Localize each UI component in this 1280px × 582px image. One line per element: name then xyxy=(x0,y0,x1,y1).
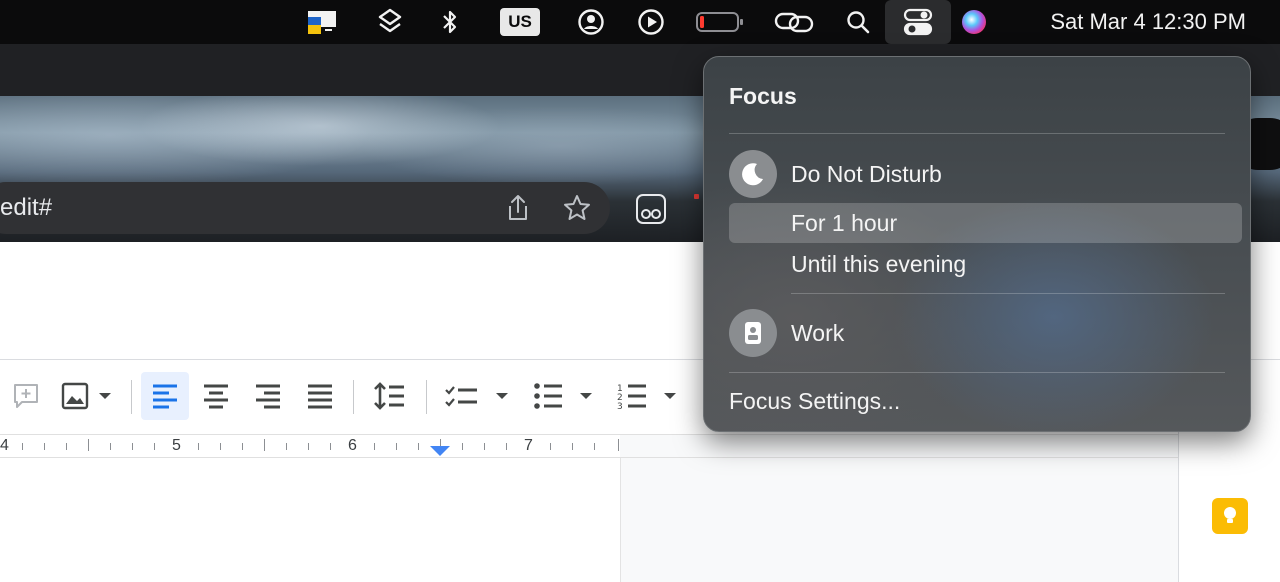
user-account-icon[interactable] xyxy=(574,6,608,38)
ruler-tick xyxy=(618,439,619,451)
extension-badge xyxy=(694,194,699,199)
work-focus-toggle[interactable] xyxy=(729,309,777,357)
ruler-tick xyxy=(66,443,67,450)
play-icon[interactable] xyxy=(634,6,668,38)
ruler-tick xyxy=(572,443,573,450)
battery-icon[interactable] xyxy=(694,6,746,38)
do-not-disturb-toggle[interactable] xyxy=(729,150,777,198)
insert-image-icon xyxy=(61,382,111,410)
link-icon[interactable] xyxy=(772,6,816,38)
separator xyxy=(729,133,1225,134)
ruler-tick xyxy=(462,443,463,450)
ruler-tick xyxy=(506,443,507,450)
document-margin xyxy=(620,458,1178,582)
until-this-evening-option[interactable]: Until this evening xyxy=(791,250,966,278)
ruler-tick xyxy=(264,439,265,451)
ruler-number: 6 xyxy=(348,437,357,454)
ruler-tick xyxy=(484,443,485,450)
ruler-tick xyxy=(242,443,243,450)
ruler-tick xyxy=(308,443,309,450)
ruler-tick xyxy=(154,443,155,450)
ruler-tick xyxy=(132,443,133,450)
ruler-tick xyxy=(330,443,331,450)
ruler-tick xyxy=(594,443,595,450)
align-center-button[interactable] xyxy=(194,372,238,420)
address-bar-url[interactable]: edit# xyxy=(0,194,52,222)
ruler-tick xyxy=(88,439,89,451)
control-center-button[interactable] xyxy=(885,0,951,44)
work-label[interactable]: Work xyxy=(791,319,844,347)
separator xyxy=(729,372,1225,373)
bullet-list-icon xyxy=(534,383,592,409)
ruler-number: 5 xyxy=(172,437,181,454)
screen-app-icon[interactable] xyxy=(305,6,339,38)
ruler-tick xyxy=(286,443,287,450)
align-center-icon xyxy=(204,384,228,409)
add-comment-button[interactable] xyxy=(6,372,46,420)
svg-text:3: 3 xyxy=(617,402,623,411)
toolbar-divider xyxy=(353,380,354,414)
extension-icon[interactable] xyxy=(634,193,668,225)
insert-image-button[interactable] xyxy=(58,372,120,420)
toolbar-divider xyxy=(426,380,427,414)
keep-icon[interactable] xyxy=(1212,498,1248,534)
ruler-tick xyxy=(44,443,45,450)
moon-icon xyxy=(742,163,763,186)
document-page[interactable] xyxy=(0,458,620,582)
search-icon[interactable] xyxy=(841,6,875,38)
align-right-icon xyxy=(256,384,280,409)
ruler-tick xyxy=(374,443,375,450)
share-icon[interactable] xyxy=(504,193,532,223)
numbered-list-button[interactable]: 123 xyxy=(612,372,686,420)
ruler-tick xyxy=(22,443,23,450)
focus-popover: Focus Do Not Disturb For 1 hour Until th… xyxy=(703,56,1251,432)
bullet-list-button[interactable] xyxy=(528,372,602,420)
align-right-button[interactable] xyxy=(246,372,290,420)
keyboard-input-button[interactable]: US xyxy=(500,6,540,38)
siri-icon[interactable] xyxy=(957,6,991,38)
checklist-button[interactable] xyxy=(440,372,514,420)
checklist-icon xyxy=(445,386,508,407)
align-left-button[interactable] xyxy=(141,372,189,420)
ruler-tick xyxy=(198,443,199,450)
line-spacing-button[interactable] xyxy=(366,372,412,420)
layers-icon[interactable] xyxy=(373,6,407,38)
for-1-hour-option[interactable]: For 1 hour xyxy=(791,209,897,237)
ruler-number: 7 xyxy=(524,437,533,454)
input-source-badge: US xyxy=(500,8,540,36)
focus-title: Focus xyxy=(729,83,797,109)
work-badge-icon xyxy=(745,322,761,344)
align-left-icon xyxy=(153,384,177,409)
focus-settings-link[interactable]: Focus Settings... xyxy=(729,387,900,415)
toolbar-divider xyxy=(131,380,132,414)
separator xyxy=(791,293,1225,294)
ruler-tick xyxy=(110,443,111,450)
macos-menu-bar: US Sat Mar 4 12:30 PM xyxy=(0,0,1280,44)
menu-bar-clock[interactable]: Sat Mar 4 12:30 PM xyxy=(1050,8,1246,36)
numbered-list-icon: 123 xyxy=(617,384,676,411)
bluetooth-icon[interactable] xyxy=(433,6,467,38)
ruler-tick xyxy=(418,443,419,450)
justify-icon xyxy=(308,384,332,409)
docs-ruler: 4 5 6 7 xyxy=(0,434,1178,458)
ruler-tick xyxy=(396,443,397,450)
right-indent-marker[interactable] xyxy=(430,446,450,456)
ruler-tick xyxy=(220,443,221,450)
add-comment-icon xyxy=(14,384,38,408)
do-not-disturb-label[interactable]: Do Not Disturb xyxy=(791,160,942,188)
ruler-number: 4 xyxy=(0,437,9,454)
line-spacing-icon xyxy=(374,382,404,410)
control-center-icon xyxy=(903,8,933,36)
justify-button[interactable] xyxy=(298,372,342,420)
ruler-tick xyxy=(550,443,551,450)
bookmark-star-icon[interactable] xyxy=(562,193,592,223)
